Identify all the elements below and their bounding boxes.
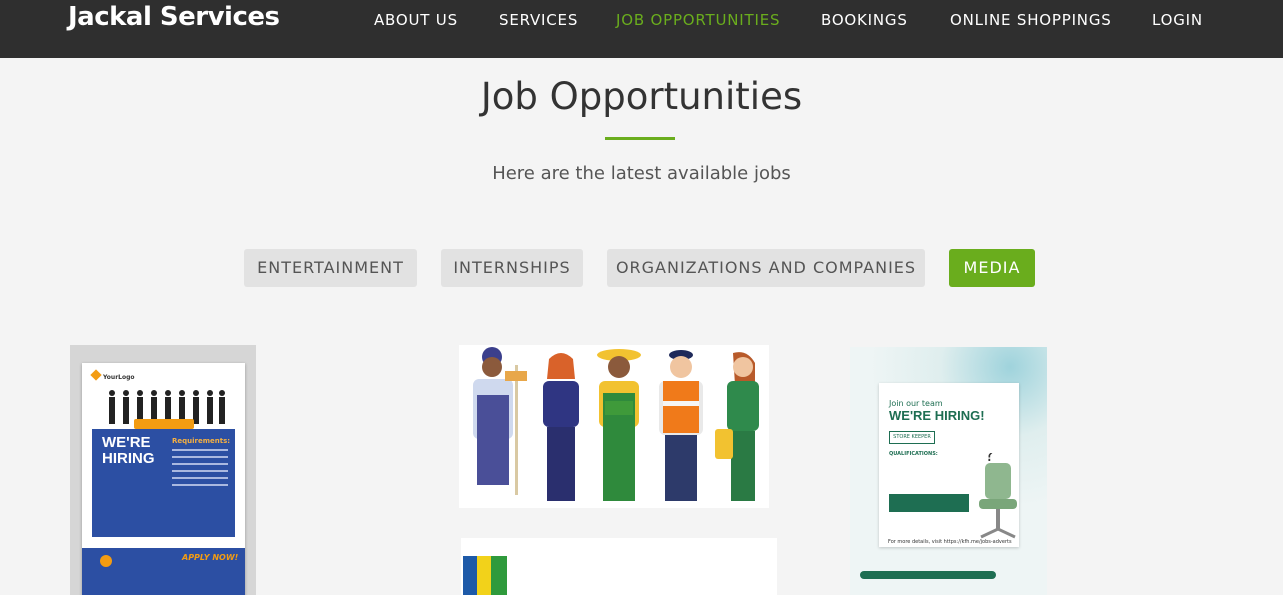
worker-construction	[659, 350, 703, 501]
job-card-partial[interactable]	[461, 538, 777, 595]
flyer-text-lines	[172, 449, 228, 491]
job-card-store-keeper[interactable]: Join our team WE'RE HIRING! STORE KEEPER…	[850, 347, 1047, 595]
title-underline	[605, 137, 675, 140]
nav-login[interactable]: LOGIN	[1152, 11, 1203, 29]
office-chair-graphic: ?	[979, 453, 1017, 539]
worker-office	[543, 353, 579, 501]
flyer-logo: YourLogo	[90, 369, 135, 381]
join-team-ribbon	[134, 419, 194, 429]
hiring-flyer-image: YourLogo WE'RE HIRING Requirements: APPL…	[82, 363, 245, 595]
worker-cleaner	[473, 347, 527, 495]
poster-qualifications: QUALIFICATIONS:	[889, 451, 938, 457]
filter-media[interactable]: MEDIA	[949, 249, 1035, 287]
filter-internships[interactable]: INTERNSHIPS	[441, 249, 583, 287]
job-card-workers-illustration[interactable]	[459, 345, 769, 508]
poster-intro: Join our team	[889, 399, 943, 408]
flyer-apply: APPLY NOW!	[182, 553, 239, 562]
filter-entertainment[interactable]: ENTERTAINMENT	[244, 249, 417, 287]
phone-icon	[100, 555, 112, 567]
poster-deadline-box	[889, 494, 969, 512]
nav-about-us[interactable]: ABOUT US	[374, 11, 458, 29]
page-subtitle: Here are the latest available jobs	[492, 163, 791, 184]
main-nav: ABOUT US SERVICES JOB OPPORTUNITIES BOOK…	[0, 11, 1283, 31]
store-keeper-poster: Join our team WE'RE HIRING! STORE KEEPER…	[879, 383, 1019, 547]
workers-illustration-image	[473, 347, 759, 501]
page-title: Job Opportunities	[480, 75, 803, 118]
poster-more-details: For more details, visit https://kfh.me/j…	[888, 539, 1012, 545]
top-nav-bar: Jackal Services ABOUT US SERVICES JOB OP…	[0, 0, 1283, 58]
nav-bookings[interactable]: BOOKINGS	[821, 11, 908, 29]
worker-farmer	[597, 349, 641, 501]
flyer-requirements: Requirements:	[172, 437, 231, 445]
poster-role: STORE KEEPER	[889, 431, 935, 444]
poster-headline: WE'RE HIRING!	[889, 408, 985, 423]
flyer-headline: WE'RE HIRING	[102, 434, 155, 467]
nav-online-shoppings[interactable]: ONLINE SHOPPINGS	[950, 11, 1112, 29]
job-card-hiring-flyer[interactable]: YourLogo WE'RE HIRING Requirements: APPL…	[70, 345, 256, 595]
nav-job-opportunities[interactable]: JOB OPPORTUNITIES	[616, 11, 780, 29]
poster-contact-bar	[860, 571, 996, 579]
nav-services[interactable]: SERVICES	[499, 11, 578, 29]
flag-graphic	[463, 546, 507, 595]
filter-organizations-and-companies[interactable]: ORGANIZATIONS AND COMPANIES	[607, 249, 925, 287]
svg-text:?: ?	[985, 453, 995, 466]
worker-nurse	[715, 352, 759, 501]
